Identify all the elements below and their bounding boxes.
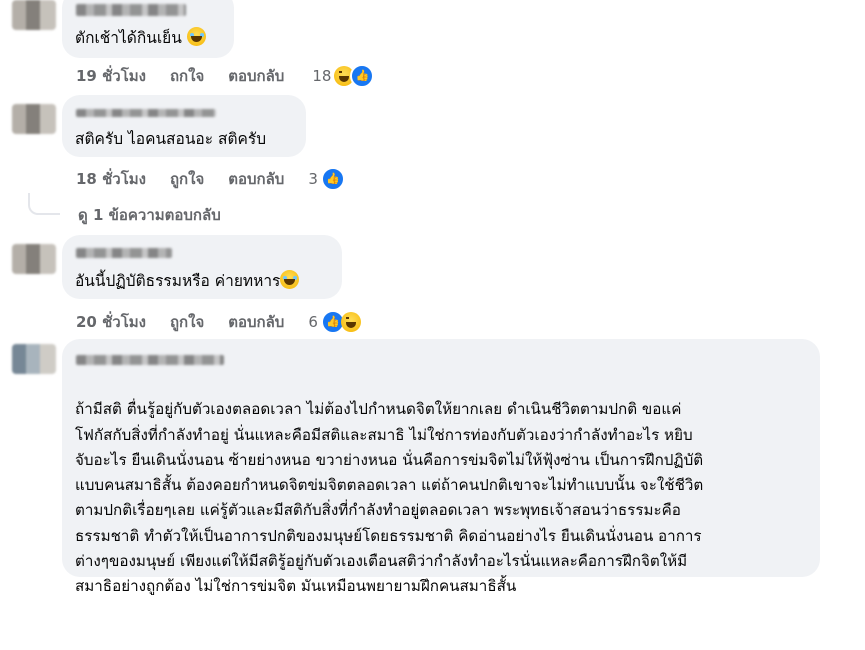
comment-line: ต่างๆของมนุษย์ เพียงแต่ให้มีสติรู้อยู่กั… — [75, 552, 688, 571]
reaction-count[interactable]: 6 — [308, 313, 318, 331]
comment-line: จับอะไร ยืนเดินนั่งนอน ซ้ายย่างหนอ ขวาย่… — [75, 450, 704, 469]
comment-bubble: ตักเช้าได้กินเย็น — [62, 0, 234, 58]
thread-connector — [28, 193, 60, 215]
comment-text: ถ้ามีสติ ตื่นรู้อยู่กับตัวเองตลอดเวลา ไม… — [75, 372, 703, 650]
comment-text: อันนี้ปฏิบัติธรรมหรือ ค่ายทหาร — [75, 269, 300, 294]
comment-bubble: สติครับ ไอคนสอนอะ สติครับ — [62, 95, 306, 157]
commenter-name-blurred[interactable] — [76, 248, 172, 258]
comment-line: โฟกัสกับสิ่งที่กำลังทำอยู่ นั่นแหละคือมี… — [75, 425, 693, 444]
like-button[interactable]: ถูกใจ — [170, 310, 204, 334]
like-button[interactable]: ถกใจ — [170, 64, 204, 88]
comment-timestamp[interactable]: 19 ชั่วโมง — [76, 64, 146, 88]
laughing-emoji-icon — [280, 270, 300, 289]
reaction-count[interactable]: 3 — [308, 170, 318, 188]
avatar[interactable] — [12, 344, 56, 374]
reply-button[interactable]: ตอบกลับ — [228, 310, 284, 334]
comment-text: ตักเช้าได้กินเย็น — [75, 26, 206, 51]
avatar[interactable] — [12, 244, 56, 274]
comment-text: สติครับ ไอคนสอนอะ สติครับ — [75, 130, 267, 148]
view-replies-link[interactable]: ดู 1 ข้อความตอบกลับ — [72, 203, 221, 227]
like-icon[interactable]: 👍 — [320, 167, 345, 191]
comment-actions: 20 ชั่วโมง ถูกใจ ตอบกลับ 6 👍 — [76, 310, 385, 334]
commenter-name-blurred[interactable] — [76, 109, 216, 117]
like-icon[interactable]: 👍 — [350, 64, 375, 88]
reaction-count[interactable]: 18 — [312, 67, 331, 85]
comment-timestamp[interactable]: 18 ชั่วโมง — [76, 167, 146, 191]
comment-line: สมาธิอย่างถูกต้อง ไม่ใช่การข่มจิต มันเหม… — [75, 577, 517, 596]
commenter-name-blurred[interactable] — [76, 4, 186, 16]
laugh-icon[interactable] — [340, 312, 361, 332]
laughing-emoji-icon — [186, 27, 206, 46]
comment-actions: 19 ชั่วโมง ถกใจ ตอบกลับ 18 👍 — [76, 64, 398, 88]
comment-line: ถ้ามีสติ ตื่นรู้อยู่กับตัวเองตลอดเวลา ไม… — [75, 400, 682, 419]
reply-button[interactable]: ตอบกลับ — [228, 167, 284, 191]
comment-bubble: อันนี้ปฏิบัติธรรมหรือ ค่ายทหาร — [62, 235, 342, 299]
avatar[interactable] — [12, 104, 56, 134]
commenter-name-blurred[interactable] — [76, 355, 224, 365]
avatar[interactable] — [12, 0, 56, 30]
comment-timestamp[interactable]: 20 ชั่วโมง — [76, 310, 146, 334]
comment-line: แบบคนสมาธิสั้น ต้องคอยกำหนดจิตข่มจิตตลอด… — [75, 476, 704, 495]
comment-line: ธรรมชาติ ทำตัวให้เป็นอาการปกติของมนุษย์โ… — [75, 526, 702, 545]
comment-bubble: ถ้ามีสติ ตื่นรู้อยู่กับตัวเองตลอดเวลา ไม… — [62, 339, 820, 595]
reply-button[interactable]: ตอบกลับ — [228, 64, 284, 88]
comment-actions: 18 ชั่วโมง ถูกใจ ตอบกลับ 3 👍 — [76, 167, 369, 191]
comment-line: ตามปกติเรื่อยๆเลย แค่รู้ตัวและมีสติกับสิ… — [75, 501, 681, 520]
like-button[interactable]: ถูกใจ — [170, 167, 204, 191]
